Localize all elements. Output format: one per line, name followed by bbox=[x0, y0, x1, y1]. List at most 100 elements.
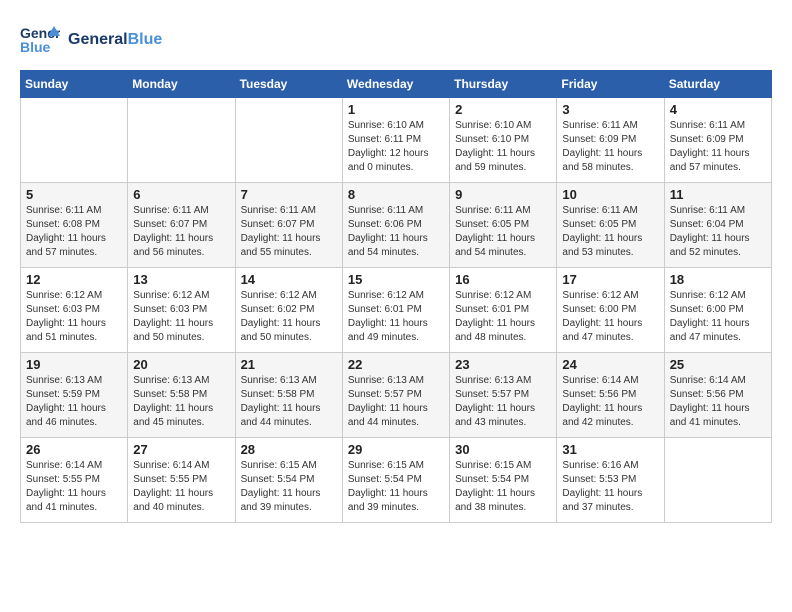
logo-blue: Blue bbox=[128, 31, 163, 48]
cell-content: Sunrise: 6:11 AM Sunset: 6:09 PM Dayligh… bbox=[670, 119, 766, 175]
day-number: 10 bbox=[562, 187, 658, 202]
day-number: 17 bbox=[562, 272, 658, 287]
calendar-cell: 14 Sunrise: 6:12 AM Sunset: 6:02 PM Dayli… bbox=[235, 268, 342, 353]
cell-content: Sunrise: 6:10 AM Sunset: 6:11 PM Dayligh… bbox=[348, 119, 444, 175]
calendar-week-row: 19 Sunrise: 6:13 AM Sunset: 5:59 PM Dayli… bbox=[21, 353, 772, 438]
calendar-cell: 29 Sunrise: 6:15 AM Sunset: 5:54 PM Dayli… bbox=[342, 438, 449, 523]
logo: General Blue GeneralBlue bbox=[20, 20, 162, 60]
cell-content: Sunrise: 6:11 AM Sunset: 6:08 PM Dayligh… bbox=[26, 204, 122, 260]
calendar-cell: 17 Sunrise: 6:12 AM Sunset: 6:00 PM Dayli… bbox=[557, 268, 664, 353]
calendar-week-row: 1 Sunrise: 6:10 AM Sunset: 6:11 PM Daylig… bbox=[21, 98, 772, 183]
day-number: 6 bbox=[133, 187, 229, 202]
day-number: 9 bbox=[455, 187, 551, 202]
weekday-header-saturday: Saturday bbox=[664, 71, 771, 98]
cell-content: Sunrise: 6:11 AM Sunset: 6:05 PM Dayligh… bbox=[562, 204, 658, 260]
weekday-header-wednesday: Wednesday bbox=[342, 71, 449, 98]
calendar-cell bbox=[664, 438, 771, 523]
day-number: 29 bbox=[348, 442, 444, 457]
cell-content: Sunrise: 6:12 AM Sunset: 6:02 PM Dayligh… bbox=[241, 289, 337, 345]
day-number: 27 bbox=[133, 442, 229, 457]
day-number: 4 bbox=[670, 102, 766, 117]
weekday-header-friday: Friday bbox=[557, 71, 664, 98]
calendar-cell: 6 Sunrise: 6:11 AM Sunset: 6:07 PM Daylig… bbox=[128, 183, 235, 268]
day-number: 23 bbox=[455, 357, 551, 372]
calendar-cell: 18 Sunrise: 6:12 AM Sunset: 6:00 PM Dayli… bbox=[664, 268, 771, 353]
cell-content: Sunrise: 6:12 AM Sunset: 6:00 PM Dayligh… bbox=[670, 289, 766, 345]
calendar-cell: 26Sunrise: 6:14 AM Sunset: 5:55 PM Dayli… bbox=[21, 438, 128, 523]
calendar-cell: 31 Sunrise: 6:16 AM Sunset: 5:53 PM Dayli… bbox=[557, 438, 664, 523]
cell-content: Sunrise: 6:12 AM Sunset: 6:01 PM Dayligh… bbox=[455, 289, 551, 345]
cell-content: Sunrise: 6:11 AM Sunset: 6:07 PM Dayligh… bbox=[133, 204, 229, 260]
weekday-header-thursday: Thursday bbox=[450, 71, 557, 98]
cell-content: Sunrise: 6:13 AM Sunset: 5:58 PM Dayligh… bbox=[133, 374, 229, 430]
cell-content: Sunrise: 6:13 AM Sunset: 5:57 PM Dayligh… bbox=[455, 374, 551, 430]
cell-content: Sunrise: 6:12 AM Sunset: 6:01 PM Dayligh… bbox=[348, 289, 444, 345]
weekday-header-monday: Monday bbox=[128, 71, 235, 98]
cell-content: Sunrise: 6:12 AM Sunset: 6:03 PM Dayligh… bbox=[133, 289, 229, 345]
cell-content: Sunrise: 6:14 AM Sunset: 5:55 PM Dayligh… bbox=[133, 459, 229, 515]
calendar-cell: 9 Sunrise: 6:11 AM Sunset: 6:05 PM Daylig… bbox=[450, 183, 557, 268]
day-number: 18 bbox=[670, 272, 766, 287]
calendar-table: SundayMondayTuesdayWednesdayThursdayFrid… bbox=[20, 70, 772, 523]
cell-content: Sunrise: 6:13 AM Sunset: 5:57 PM Dayligh… bbox=[348, 374, 444, 430]
cell-content: Sunrise: 6:12 AM Sunset: 6:03 PM Dayligh… bbox=[26, 289, 122, 345]
day-number: 25 bbox=[670, 357, 766, 372]
day-number: 1 bbox=[348, 102, 444, 117]
day-number: 31 bbox=[562, 442, 658, 457]
calendar-cell bbox=[235, 98, 342, 183]
day-number: 16 bbox=[455, 272, 551, 287]
calendar-week-row: 12Sunrise: 6:12 AM Sunset: 6:03 PM Dayli… bbox=[21, 268, 772, 353]
cell-content: Sunrise: 6:11 AM Sunset: 6:05 PM Dayligh… bbox=[455, 204, 551, 260]
calendar-cell: 13Sunrise: 6:12 AM Sunset: 6:03 PM Dayli… bbox=[128, 268, 235, 353]
calendar-cell: 1 Sunrise: 6:10 AM Sunset: 6:11 PM Daylig… bbox=[342, 98, 449, 183]
day-number: 8 bbox=[348, 187, 444, 202]
calendar-cell: 8 Sunrise: 6:11 AM Sunset: 6:06 PM Daylig… bbox=[342, 183, 449, 268]
day-number: 30 bbox=[455, 442, 551, 457]
calendar-header-row: SundayMondayTuesdayWednesdayThursdayFrid… bbox=[21, 71, 772, 98]
cell-content: Sunrise: 6:16 AM Sunset: 5:53 PM Dayligh… bbox=[562, 459, 658, 515]
calendar-cell: 22 Sunrise: 6:13 AM Sunset: 5:57 PM Dayli… bbox=[342, 353, 449, 438]
calendar-cell: 16 Sunrise: 6:12 AM Sunset: 6:01 PM Dayli… bbox=[450, 268, 557, 353]
day-number: 3 bbox=[562, 102, 658, 117]
day-number: 2 bbox=[455, 102, 551, 117]
cell-content: Sunrise: 6:12 AM Sunset: 6:00 PM Dayligh… bbox=[562, 289, 658, 345]
calendar-cell: 20 Sunrise: 6:13 AM Sunset: 5:58 PM Dayli… bbox=[128, 353, 235, 438]
weekday-header-sunday: Sunday bbox=[21, 71, 128, 98]
day-number: 14 bbox=[241, 272, 337, 287]
day-number: 22 bbox=[348, 357, 444, 372]
day-number: 19 bbox=[26, 357, 122, 372]
cell-content: Sunrise: 6:14 AM Sunset: 5:56 PM Dayligh… bbox=[562, 374, 658, 430]
cell-content: Sunrise: 6:11 AM Sunset: 6:09 PM Dayligh… bbox=[562, 119, 658, 175]
calendar-cell: 4 Sunrise: 6:11 AM Sunset: 6:09 PM Daylig… bbox=[664, 98, 771, 183]
calendar-cell: 10 Sunrise: 6:11 AM Sunset: 6:05 PM Dayli… bbox=[557, 183, 664, 268]
day-number: 15 bbox=[348, 272, 444, 287]
calendar-cell: 23 Sunrise: 6:13 AM Sunset: 5:57 PM Dayli… bbox=[450, 353, 557, 438]
calendar-cell: 15 Sunrise: 6:12 AM Sunset: 6:01 PM Dayli… bbox=[342, 268, 449, 353]
calendar-cell: 5 Sunrise: 6:11 AM Sunset: 6:08 PM Daylig… bbox=[21, 183, 128, 268]
day-number: 11 bbox=[670, 187, 766, 202]
calendar-week-row: 26 Sunrise: 6:14 AM Sunset: 5:55 PM Dayli… bbox=[21, 438, 772, 523]
cell-content: Sunrise: 6:11 AM Sunset: 6:06 PM Dayligh… bbox=[348, 204, 444, 260]
logo-general: General bbox=[68, 31, 128, 48]
weekday-header-tuesday: Tuesday bbox=[235, 71, 342, 98]
calendar-cell: 28Sunrise: 6:15 AM Sunset: 5:54 PM Dayli… bbox=[235, 438, 342, 523]
calendar-cell bbox=[21, 98, 128, 183]
svg-text:Blue: Blue bbox=[20, 39, 51, 55]
day-number: 28 bbox=[241, 442, 337, 457]
day-number: 26 bbox=[26, 442, 122, 457]
cell-content: Sunrise: 6:13 AM Sunset: 5:59 PM Dayligh… bbox=[26, 374, 122, 430]
day-number: 21 bbox=[241, 357, 337, 372]
calendar-cell: 11Sunrise: 6:11 AM Sunset: 6:04 PM Dayli… bbox=[664, 183, 771, 268]
calendar-cell: 3 Sunrise: 6:11 AM Sunset: 6:09 PM Daylig… bbox=[557, 98, 664, 183]
cell-content: Sunrise: 6:15 AM Sunset: 5:54 PM Dayligh… bbox=[455, 459, 551, 515]
cell-content: Sunrise: 6:14 AM Sunset: 5:56 PM Dayligh… bbox=[670, 374, 766, 430]
calendar-cell: 19 Sunrise: 6:13 AM Sunset: 5:59 PM Dayli… bbox=[21, 353, 128, 438]
day-number: 5 bbox=[26, 187, 122, 202]
page-header: General Blue GeneralBlue bbox=[20, 20, 772, 60]
day-number: 24 bbox=[562, 357, 658, 372]
day-number: 7 bbox=[241, 187, 337, 202]
calendar-cell: 30 Sunrise: 6:15 AM Sunset: 5:54 PM Dayli… bbox=[450, 438, 557, 523]
logo-icon: General Blue bbox=[20, 20, 60, 60]
day-number: 20 bbox=[133, 357, 229, 372]
cell-content: Sunrise: 6:15 AM Sunset: 5:54 PM Dayligh… bbox=[348, 459, 444, 515]
